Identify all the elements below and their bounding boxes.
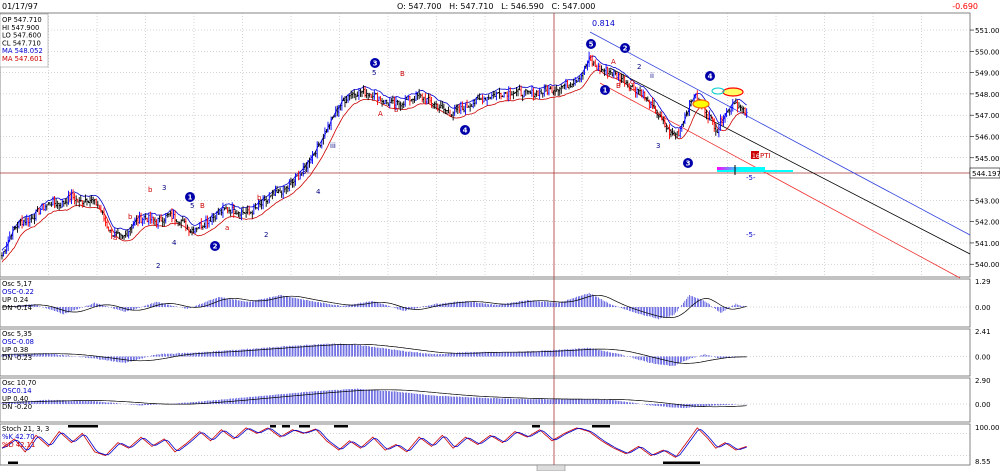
header-change: -0.690 bbox=[952, 2, 978, 11]
pti-label: PTI bbox=[760, 152, 771, 160]
wave-red-label: b bbox=[128, 213, 133, 221]
panel-dn-label: DN -0.14 bbox=[2, 304, 32, 312]
panel-top-tick: 100.00 bbox=[975, 424, 1000, 432]
y-tick-label: 540.000 bbox=[975, 261, 1000, 269]
y-tick-label: 543.000 bbox=[975, 197, 1000, 205]
y-tick-label: 548.000 bbox=[975, 91, 1000, 99]
fib-ratio-label: 0.814 bbox=[592, 19, 615, 28]
wave-red-label: a bbox=[113, 234, 117, 242]
price-info-line: MA 548.052 bbox=[2, 47, 43, 55]
wave-small-label: 4 bbox=[172, 239, 177, 247]
chart-window: 01/17/97 O: 547.700 H: 547.710 L: 546.59… bbox=[0, 0, 1000, 471]
header-date: 01/17/97 bbox=[2, 2, 38, 11]
wave-small-label: 2 bbox=[156, 262, 160, 270]
price-info-line: CL 547.710 bbox=[2, 39, 41, 47]
panel-dn-label: DN -0.20 bbox=[2, 403, 32, 411]
y-tick-label: 549.000 bbox=[975, 70, 1000, 78]
panel-title-label: Stoch 21, 3, 3 bbox=[2, 425, 49, 433]
stoch-overbought-mark bbox=[532, 425, 540, 428]
stoch-overbought-mark bbox=[68, 425, 98, 428]
wave-number: 4 bbox=[463, 127, 468, 135]
scroll-tab[interactable] bbox=[536, 464, 566, 471]
wave-red-label: b bbox=[148, 186, 153, 194]
price-info-line: OP 547.710 bbox=[2, 16, 42, 24]
price-info-line: HI 547.900 bbox=[2, 24, 39, 32]
wave-small-label: 3 bbox=[302, 168, 306, 176]
y-tick-label: 550.000 bbox=[975, 48, 1000, 56]
wave-number: 1 bbox=[188, 194, 193, 202]
y-tick-label: 551.000 bbox=[975, 27, 1000, 35]
panel-title-label: Osc 5,35 bbox=[2, 330, 32, 338]
price-info-line: MA 547.601 bbox=[2, 55, 43, 63]
y-tick-label: 546.000 bbox=[975, 133, 1000, 141]
panel-osc-label: OSC-0.22 bbox=[2, 288, 34, 296]
wave-number: 1 bbox=[603, 87, 608, 95]
stoch-oversold-mark bbox=[8, 461, 18, 464]
wave-small-label: 3 bbox=[162, 184, 166, 192]
panel-bottom-tick: 8.55 bbox=[975, 458, 991, 466]
target-ellipse-red bbox=[722, 87, 744, 97]
wave-red-label: b bbox=[257, 194, 262, 202]
panel-d-label: %D 42.11 bbox=[2, 441, 35, 449]
panel-top-tick: 1.29 bbox=[975, 278, 991, 286]
y-tick-label: 547.000 bbox=[975, 112, 1000, 120]
wave-small-label: 3 bbox=[656, 142, 660, 150]
panel-up-label: UP 0.40 bbox=[2, 395, 28, 403]
panel-zero-tick: 0.00 bbox=[975, 401, 991, 409]
wave-red-label: A bbox=[378, 110, 383, 118]
wave-red-label: b bbox=[394, 106, 399, 114]
panel-title-label: Osc 5,17 bbox=[2, 280, 32, 288]
minus5-label-b: -5- bbox=[746, 231, 756, 239]
stoch-overbought-mark bbox=[299, 425, 310, 428]
panel-up-label: UP 0.24 bbox=[2, 296, 28, 304]
wave-small-label: ii bbox=[650, 72, 654, 80]
wave-small-label: 1 bbox=[232, 204, 236, 212]
wave-number: 3 bbox=[686, 160, 691, 168]
price-marker-value: 544.197 bbox=[972, 170, 1000, 178]
pti-value: 16 bbox=[752, 153, 760, 160]
y-tick-label: 542.000 bbox=[975, 219, 1000, 227]
wave-red-label: B bbox=[616, 82, 621, 90]
wave-number: 2 bbox=[213, 243, 218, 251]
wave-small-label: 5 bbox=[190, 202, 194, 210]
price-info: OP 547.710HI 547.900LO 547.600CL 547.710… bbox=[2, 16, 43, 63]
wave-red-label: a bbox=[225, 224, 229, 232]
stoch-overbought-mark bbox=[592, 425, 610, 428]
panel-zero-tick: 0.00 bbox=[975, 304, 991, 312]
stoch-overbought-mark bbox=[334, 425, 348, 428]
target-ellipse-orange bbox=[692, 99, 710, 109]
wave-number: 5 bbox=[589, 41, 594, 49]
header-ohlc: O: 547.700 H: 547.710 L: 546.590 C: 547.… bbox=[397, 2, 595, 11]
panel-up-label: UP 0.38 bbox=[2, 346, 28, 354]
wave-number: 4 bbox=[708, 73, 713, 81]
wave-small-label: iii bbox=[330, 142, 336, 150]
wave-red-label: B bbox=[400, 70, 405, 78]
stoch-oversold-mark bbox=[663, 461, 700, 464]
stoch-overbought-mark bbox=[282, 425, 290, 428]
wave-number: 3 bbox=[373, 60, 378, 68]
panel-osc-label: OSC0.14 bbox=[2, 387, 32, 395]
price-info-line: LO 547.600 bbox=[2, 32, 41, 40]
panel-zero-tick: 0.00 bbox=[975, 354, 991, 362]
wave-small-label: 2 bbox=[637, 63, 641, 71]
panel-title-label: Osc 10,70 bbox=[2, 379, 36, 387]
panel-dn-label: DN -0.23 bbox=[2, 354, 32, 362]
panel-top-tick: 2.90 bbox=[975, 377, 991, 385]
wave-small-label: 5 bbox=[372, 69, 376, 77]
y-tick-label: 545.000 bbox=[975, 155, 1000, 163]
panel-k-label: %K 42.70 bbox=[2, 433, 35, 441]
panel-osc-label: OSC-0.08 bbox=[2, 338, 34, 346]
minus5-label-a: -5- bbox=[746, 174, 756, 182]
wave-number: 2 bbox=[623, 45, 628, 53]
stoch-overbought-mark bbox=[270, 425, 276, 428]
wave-red-label: A bbox=[611, 58, 616, 66]
wave-red-label: c bbox=[630, 78, 634, 86]
y-tick-label: 541.000 bbox=[975, 240, 1000, 248]
panel-top-tick: 2.41 bbox=[975, 328, 991, 336]
wave-red-label: B bbox=[200, 202, 205, 210]
wave-small-label: 4 bbox=[316, 188, 321, 196]
wave-small-label: 2 bbox=[264, 231, 268, 239]
